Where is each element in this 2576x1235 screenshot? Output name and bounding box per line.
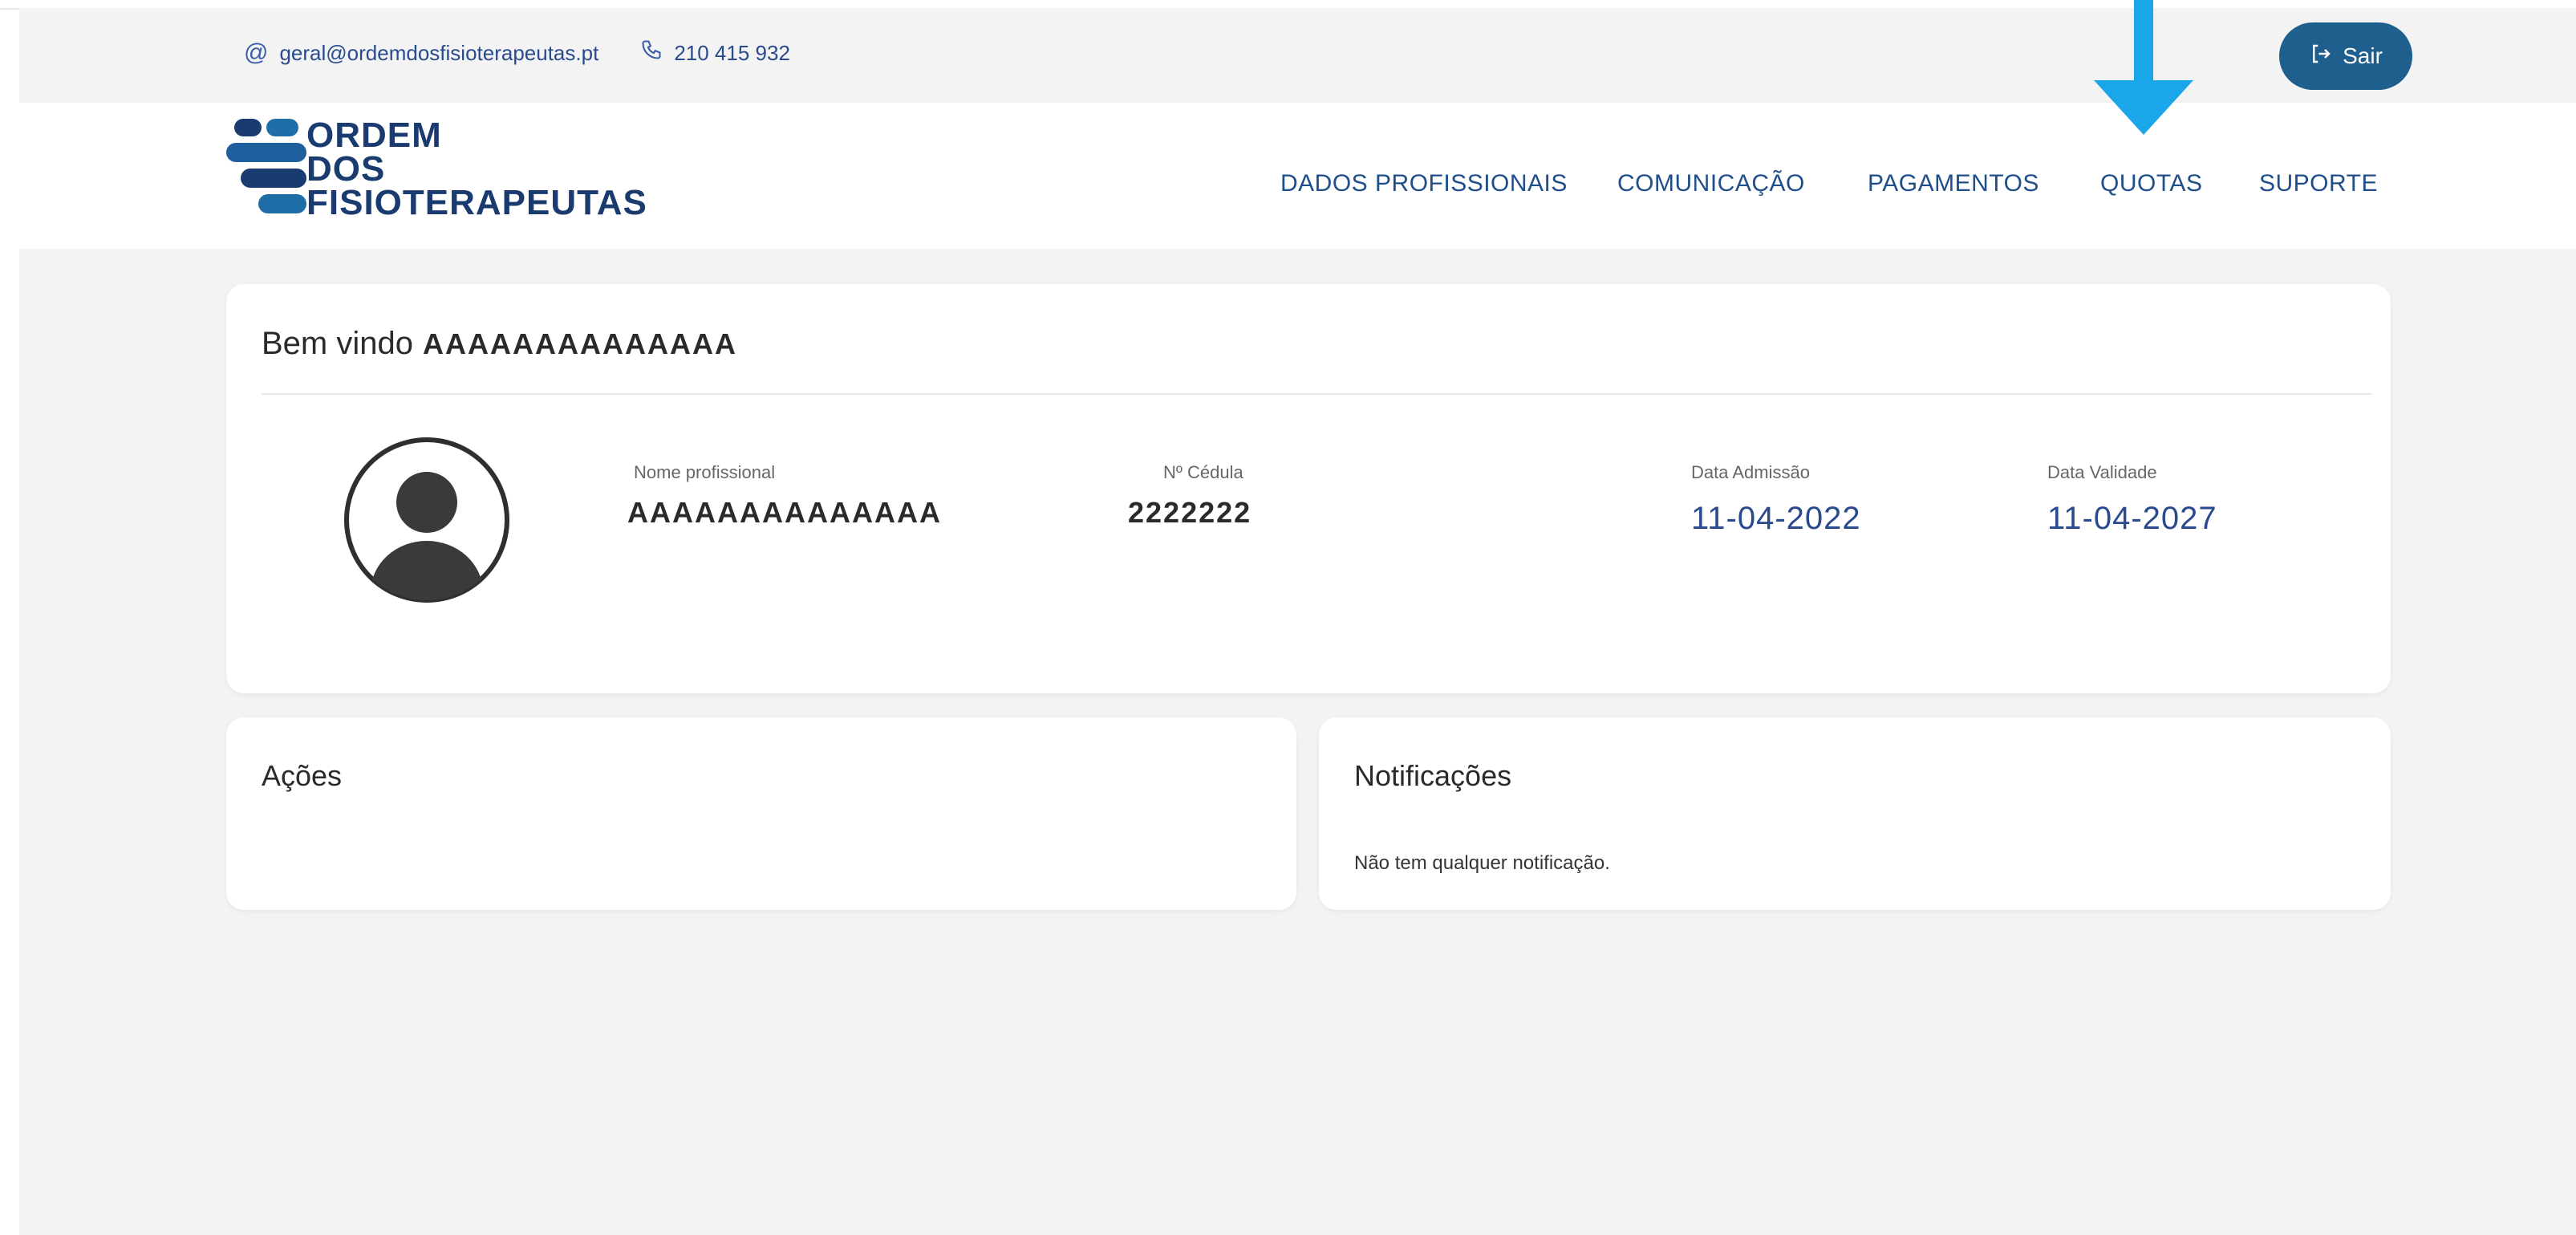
cedula-label: Nº Cédula xyxy=(1163,462,1243,482)
welcome-card: Bem vindo AAAAAAAAAAAAAA Nome profission… xyxy=(226,284,2391,693)
nav-dados-profissionais[interactable]: DADOS PROFISSIONAIS xyxy=(1280,170,1568,197)
data-validade-label: Data Validade xyxy=(2047,462,2157,482)
contact-info: @ geral@ordemdosfisioterapeutas.pt 210 4… xyxy=(244,39,790,67)
main-nav: DADOS PROFISSIONAIS COMUNICAÇÃO PAGAMENT… xyxy=(19,170,2576,202)
logout-label: Sair xyxy=(2343,43,2383,68)
arrow-down-icon xyxy=(2094,0,2193,135)
welcome-divider xyxy=(262,393,2371,395)
data-admissao-value: 11-04-2022 xyxy=(1691,501,1861,536)
avatar xyxy=(342,435,512,605)
notificacoes-title: Notificações xyxy=(1354,759,1512,792)
logout-button[interactable]: Sair xyxy=(2279,22,2412,90)
logout-icon xyxy=(2309,42,2333,71)
contact-phone-link[interactable]: 210 415 932 xyxy=(674,41,790,66)
nav-suporte[interactable]: SUPORTE xyxy=(2259,170,2378,197)
nome-profissional-label: Nome profissional xyxy=(634,462,776,482)
notificacoes-card: Notificações Não tem qualquer notificaçã… xyxy=(1319,717,2391,910)
nav-pagamentos[interactable]: PAGAMENTOS xyxy=(1868,170,2039,197)
at-sign-icon: @ xyxy=(244,39,269,66)
acoes-card: Ações xyxy=(226,717,1296,910)
data-admissao-label: Data Admissão xyxy=(1691,462,1810,482)
notificacoes-empty-message: Não tem qualquer notificação. xyxy=(1354,852,1610,874)
cedula-value: 2222222 xyxy=(1128,496,1252,529)
nome-profissional-value: AAAAAAAAAAAAAA xyxy=(627,496,942,529)
welcome-title: Bem vindo AAAAAAAAAAAAAA xyxy=(262,326,737,362)
user-avatar-icon xyxy=(344,437,509,603)
page-frame: @ geral@ordemdosfisioterapeutas.pt 210 4… xyxy=(19,8,2576,1235)
contact-email-link[interactable]: geral@ordemdosfisioterapeutas.pt xyxy=(279,41,598,66)
data-validade-value: 11-04-2027 xyxy=(2047,501,2217,536)
logo-line-1: ORDEM xyxy=(306,116,442,155)
logo-text: ORDEM DOS FISIOTERAPEUTAS xyxy=(306,116,647,221)
welcome-greeting: Bem vindo xyxy=(262,326,413,361)
welcome-name: AAAAAAAAAAAAAA xyxy=(422,327,737,360)
phone-icon xyxy=(640,39,663,67)
nav-quotas[interactable]: QUOTAS xyxy=(2100,170,2202,197)
acoes-title: Ações xyxy=(262,759,343,792)
nav-comunicacao[interactable]: COMUNICAÇÃO xyxy=(1617,170,1805,197)
